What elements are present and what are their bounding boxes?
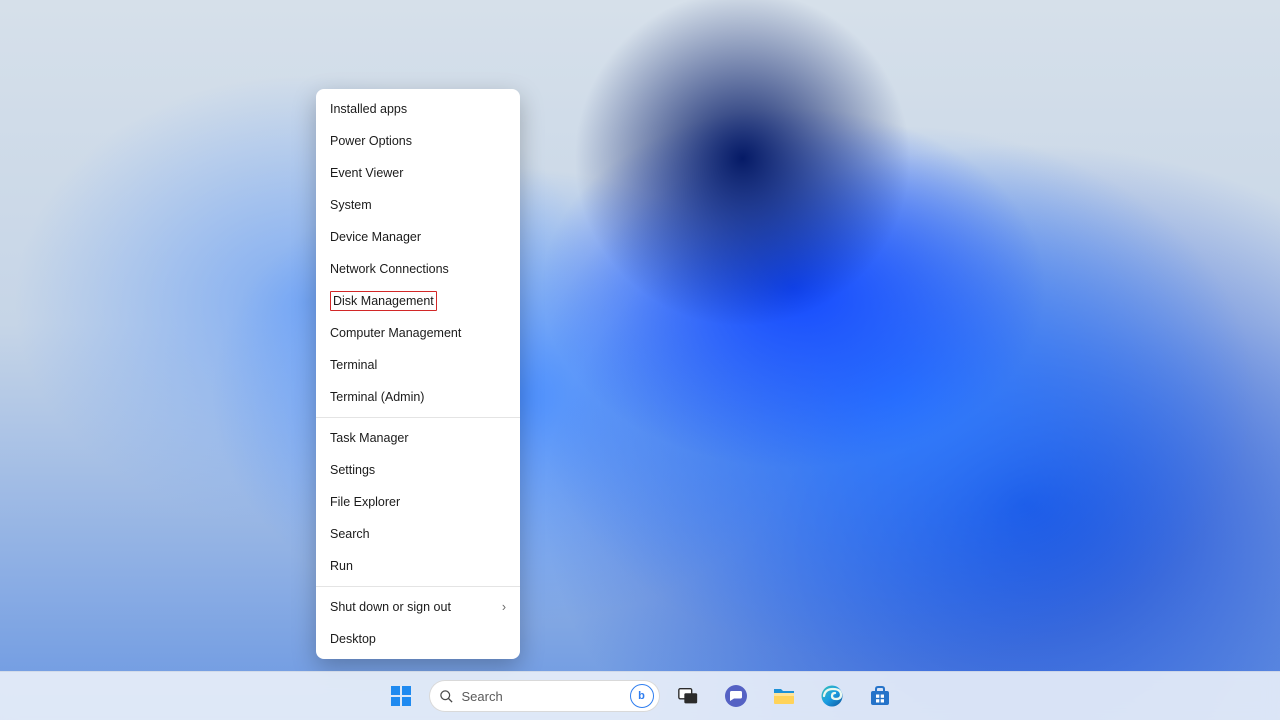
winx-item-terminal[interactable]: Terminal xyxy=(316,349,520,381)
winx-item-label: Task Manager xyxy=(330,431,409,445)
file-explorer-button[interactable] xyxy=(764,676,804,716)
winx-item-task-manager[interactable]: Task Manager xyxy=(316,422,520,454)
winx-item-run[interactable]: Run xyxy=(316,550,520,582)
winx-item-shut-down[interactable]: Shut down or sign out › xyxy=(316,591,520,623)
menu-separator xyxy=(316,417,520,418)
search-icon xyxy=(439,689,454,704)
winx-item-label: Terminal (Admin) xyxy=(330,390,424,404)
bing-badge-icon[interactable]: b xyxy=(630,684,654,708)
winx-item-terminal-admin[interactable]: Terminal (Admin) xyxy=(316,381,520,413)
taskbar: Search b xyxy=(0,671,1280,720)
edge-button[interactable] xyxy=(812,676,852,716)
winx-context-menu: Installed apps Power Options Event Viewer S… xyxy=(316,89,520,659)
winx-item-disk-management[interactable]: Disk Management xyxy=(316,285,520,317)
winx-item-desktop[interactable]: Desktop xyxy=(316,623,520,655)
winx-item-label: System xyxy=(330,198,372,212)
desktop-wallpaper: Installed apps Power Options Event Viewer S… xyxy=(0,0,1280,720)
winx-item-settings[interactable]: Settings xyxy=(316,454,520,486)
winx-item-event-viewer[interactable]: Event Viewer xyxy=(316,157,520,189)
winx-item-search[interactable]: Search xyxy=(316,518,520,550)
winx-item-label: Shut down or sign out xyxy=(330,600,451,614)
chat-icon xyxy=(724,684,748,708)
winx-item-label: Installed apps xyxy=(330,102,407,116)
winx-item-label: Event Viewer xyxy=(330,166,403,180)
winx-item-label: File Explorer xyxy=(330,495,400,509)
edge-icon xyxy=(820,684,844,708)
task-view-icon xyxy=(677,685,699,707)
winx-item-label: Search xyxy=(330,527,370,541)
winx-item-label: Settings xyxy=(330,463,375,477)
winx-item-label: Device Manager xyxy=(330,230,421,244)
winx-item-computer-management[interactable]: Computer Management xyxy=(316,317,520,349)
winx-item-label: Disk Management xyxy=(330,291,437,311)
winx-item-network-connections[interactable]: Network Connections xyxy=(316,253,520,285)
start-button[interactable] xyxy=(381,676,421,716)
menu-separator xyxy=(316,586,520,587)
search-placeholder: Search xyxy=(462,689,622,704)
taskbar-search-box[interactable]: Search b xyxy=(429,680,660,712)
winx-item-label: Terminal xyxy=(330,358,377,372)
store-icon xyxy=(868,684,892,708)
winx-item-system[interactable]: System xyxy=(316,189,520,221)
winx-item-label: Power Options xyxy=(330,134,412,148)
microsoft-store-button[interactable] xyxy=(860,676,900,716)
winx-item-label: Run xyxy=(330,559,353,573)
winx-item-label: Desktop xyxy=(330,632,376,646)
winx-item-label: Network Connections xyxy=(330,262,449,276)
windows-logo-icon xyxy=(389,684,413,708)
winx-item-power-options[interactable]: Power Options xyxy=(316,125,520,157)
folder-icon xyxy=(772,685,796,707)
winx-item-label: Computer Management xyxy=(330,326,461,340)
task-view-button[interactable] xyxy=(668,676,708,716)
winx-item-file-explorer[interactable]: File Explorer xyxy=(316,486,520,518)
winx-item-device-manager[interactable]: Device Manager xyxy=(316,221,520,253)
chevron-right-icon: › xyxy=(502,600,506,614)
winx-item-installed-apps[interactable]: Installed apps xyxy=(316,93,520,125)
chat-button[interactable] xyxy=(716,676,756,716)
